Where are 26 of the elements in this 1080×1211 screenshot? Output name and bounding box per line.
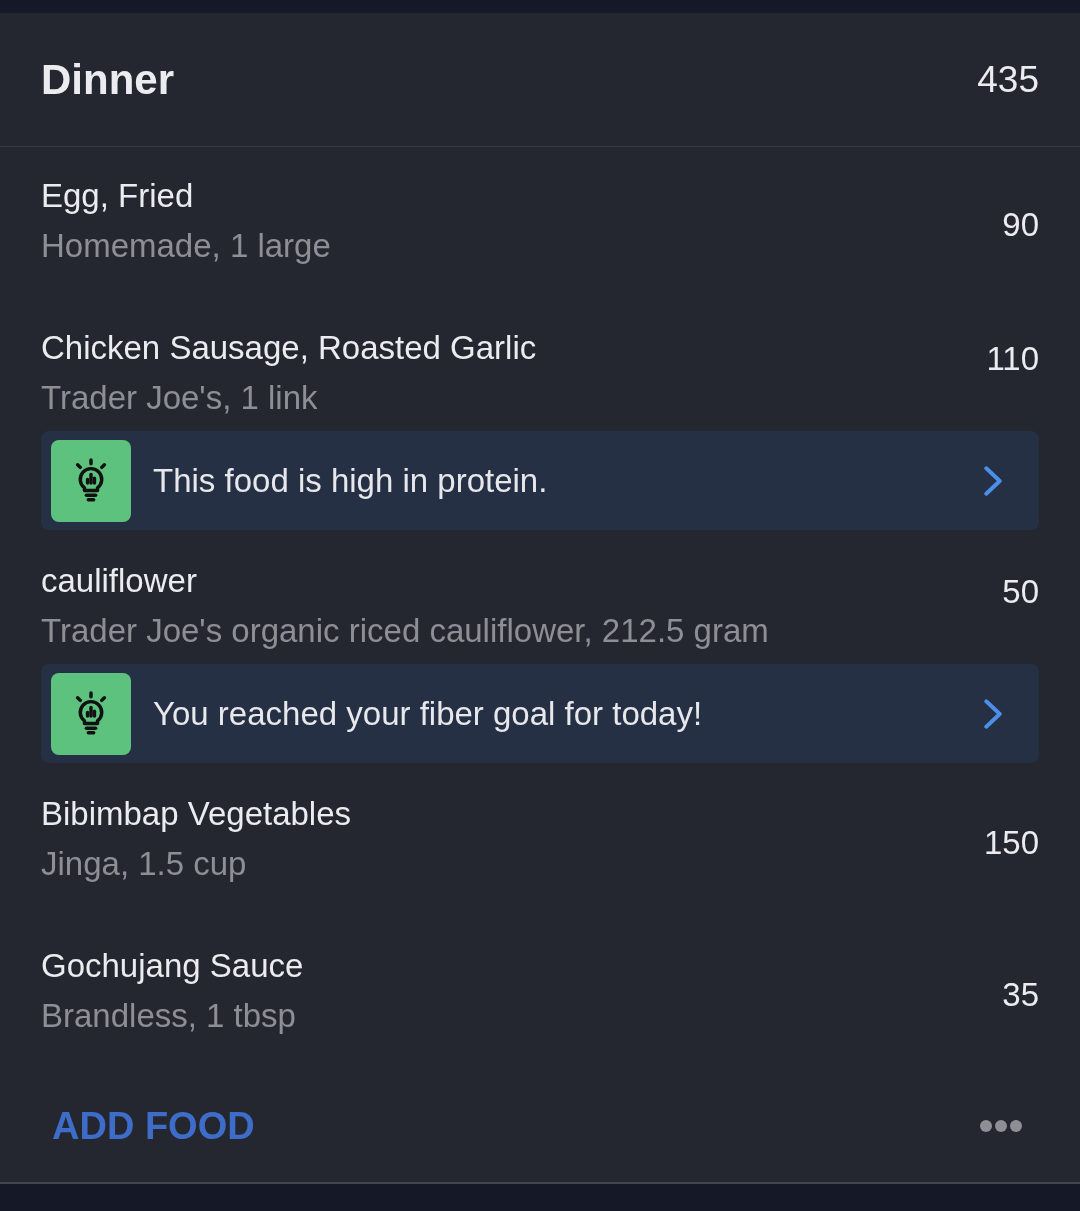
meal-calories: 435 bbox=[977, 57, 1039, 102]
food-name: Bibimbap Vegetables bbox=[41, 794, 352, 834]
food-name: Egg, Fried bbox=[41, 176, 195, 216]
food-name: cauliflower bbox=[41, 561, 198, 601]
food-name: Gochujang Sauce bbox=[41, 946, 304, 986]
lightbulb-icon bbox=[51, 439, 131, 522]
food-detail: Brandless, 1 tbsp bbox=[41, 996, 297, 1036]
food-calories: 35 bbox=[1002, 975, 1039, 1015]
food-calories: 90 bbox=[1002, 205, 1039, 245]
food-calories: 110 bbox=[986, 339, 1039, 379]
lightbulb-icon bbox=[51, 672, 131, 755]
food-detail: Homemade, 1 large bbox=[41, 226, 331, 266]
food-calories: 150 bbox=[983, 823, 1039, 863]
food-detail: Jinga, 1.5 cup bbox=[41, 844, 248, 884]
insight-banner[interactable]: This food is high in protein. bbox=[41, 431, 1039, 530]
ellipsis-icon[interactable] bbox=[980, 1119, 1022, 1132]
insight-text: This food is high in protein. bbox=[153, 460, 549, 501]
insight-text: You reached your fiber goal for today! bbox=[153, 693, 704, 734]
meal-title: Dinner bbox=[41, 55, 174, 105]
chevron-right-icon bbox=[984, 465, 1002, 496]
food-detail: Trader Joe's, 1 link bbox=[41, 378, 319, 418]
food-calories: 50 bbox=[1002, 572, 1039, 612]
insight-banner[interactable]: You reached your fiber goal for today! bbox=[41, 664, 1039, 763]
chevron-right-icon bbox=[984, 698, 1002, 729]
food-name: Chicken Sausage, Roasted Garlic bbox=[41, 328, 537, 368]
food-detail: Trader Joe's organic riced cauliflower, 212.5 gram bbox=[41, 611, 769, 651]
